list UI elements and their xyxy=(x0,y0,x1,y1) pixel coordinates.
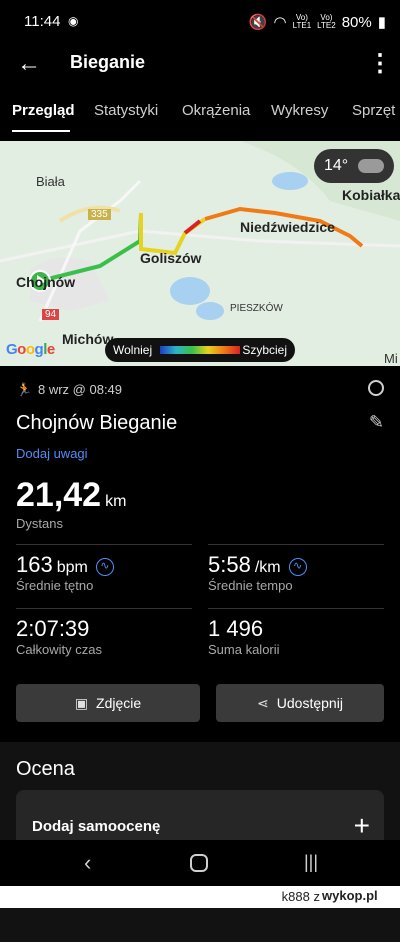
status-bar: 11:44 ◉ 🔇 ◠ Vo) LTE1 Vo) LTE2 80% ▮ xyxy=(0,0,400,44)
notification-icon: ◉ xyxy=(68,14,79,28)
heart-rate-chart-icon[interactable]: ∿ xyxy=(95,558,114,576)
route-map[interactable]: Biała Chojnów Goliszów Niedźwiedzice Kob… xyxy=(0,141,400,366)
weather-badge: 14° xyxy=(314,149,394,183)
google-logo: Google xyxy=(6,341,55,358)
battery-level: 80% xyxy=(341,13,372,31)
more-options-icon[interactable]: ⋮ xyxy=(368,50,392,80)
map-place: Biała xyxy=(36,174,65,189)
pace-label: Średnie tempo xyxy=(208,578,293,593)
app-bar: ← Bieganie ⋮ xyxy=(0,44,400,88)
heart-rate-label: Średnie tętno xyxy=(16,578,94,593)
tab-gear[interactable]: Sprzęt xyxy=(352,102,395,119)
map-place: Mi xyxy=(384,351,398,366)
back-arrow-icon[interactable]: ← xyxy=(14,50,44,80)
map-place: Chojnów xyxy=(16,274,76,290)
divider xyxy=(16,544,192,545)
battery-icon: ▮ xyxy=(377,14,386,31)
watermark-bar: k888 z wykop.pl xyxy=(0,886,400,908)
add-photo-icon: ▣ xyxy=(74,695,89,711)
nav-home-icon[interactable] xyxy=(190,854,208,872)
sim1-signal: Vo) LTE1 xyxy=(292,13,312,30)
divider xyxy=(208,544,384,545)
share-icon: ⋖ xyxy=(257,695,269,711)
map-place: Niedźwiedzice xyxy=(240,219,335,235)
map-place: PIESZKÓW xyxy=(230,303,283,314)
divider xyxy=(208,608,384,609)
map-place: Kobiałka xyxy=(342,187,400,203)
total-time-value: 2:07:39 xyxy=(16,616,90,641)
temperature: 14° xyxy=(324,157,349,174)
pace-chart-icon[interactable]: ∿ xyxy=(288,558,307,576)
globe-icon[interactable] xyxy=(368,380,384,396)
legend-slow: Wolniej xyxy=(113,343,153,357)
rating-title: Ocena xyxy=(16,758,75,780)
road-number: 94 xyxy=(42,309,60,320)
sim2-signal: Vo) LTE2 xyxy=(317,13,336,30)
calories-value: 1 496 xyxy=(208,616,264,641)
activity-title: Chojnów Bieganie xyxy=(16,412,178,434)
add-photo-button[interactable]: ▣ Zdjęcie xyxy=(16,684,200,722)
tab-laps[interactable]: Okrążenia xyxy=(182,102,250,119)
active-tab-indicator xyxy=(12,130,70,132)
add-note-link[interactable]: Dodaj uwagi xyxy=(16,446,88,461)
pace-value: 5:58/km ∿ xyxy=(208,552,307,578)
cloud-icon xyxy=(358,159,384,173)
heart-rate-value: 163 bpm ∿ xyxy=(16,552,114,578)
watermark-text: k888 z xyxy=(281,889,320,904)
watermark-site: wykop.pl xyxy=(322,888,378,903)
tab-overview[interactable]: Przegląd xyxy=(12,102,75,119)
legend-gradient xyxy=(160,346,240,354)
divider xyxy=(16,608,192,609)
status-icons: 🔇 ◠ Vo) LTE1 Vo) LTE2 80% ▮ xyxy=(248,13,386,32)
wifi-icon: ◠ xyxy=(273,14,287,31)
legend-fast: Szybciej xyxy=(242,343,287,357)
self-rating-label: Dodaj samoocenę xyxy=(32,818,161,835)
activity-date: 🏃 8 wrz @ 08:49 xyxy=(16,382,123,397)
plus-icon[interactable]: + xyxy=(354,810,370,842)
mute-icon: 🔇 xyxy=(248,14,268,31)
tab-bar: Przegląd Statystyki Okrążenia Wykresy Sp… xyxy=(0,92,400,132)
map-place: Goliszów xyxy=(140,250,202,266)
tab-charts[interactable]: Wykresy xyxy=(271,102,328,119)
total-time-label: Całkowity czas xyxy=(16,642,102,657)
pace-legend: Wolniej Szybciej xyxy=(105,338,295,362)
system-nav-bar: ‹ ||| xyxy=(0,840,400,886)
nav-back-icon[interactable]: ‹ xyxy=(84,850,91,876)
page-title: Bieganie xyxy=(70,52,146,72)
running-icon: 🏃 xyxy=(16,382,33,397)
edit-pencil-icon[interactable]: ✎ xyxy=(369,412,384,433)
share-button[interactable]: ⋖ Udostępnij xyxy=(216,684,384,722)
status-time: 11:44 xyxy=(24,13,61,30)
calories-label: Suma kalorii xyxy=(208,642,280,657)
distance-label: Dystans xyxy=(16,516,63,531)
road-number: 335 xyxy=(88,209,111,220)
nav-recents-icon[interactable]: ||| xyxy=(304,852,318,873)
tab-statistics[interactable]: Statystyki xyxy=(94,102,158,119)
distance-value: 21,42 km xyxy=(16,476,127,514)
